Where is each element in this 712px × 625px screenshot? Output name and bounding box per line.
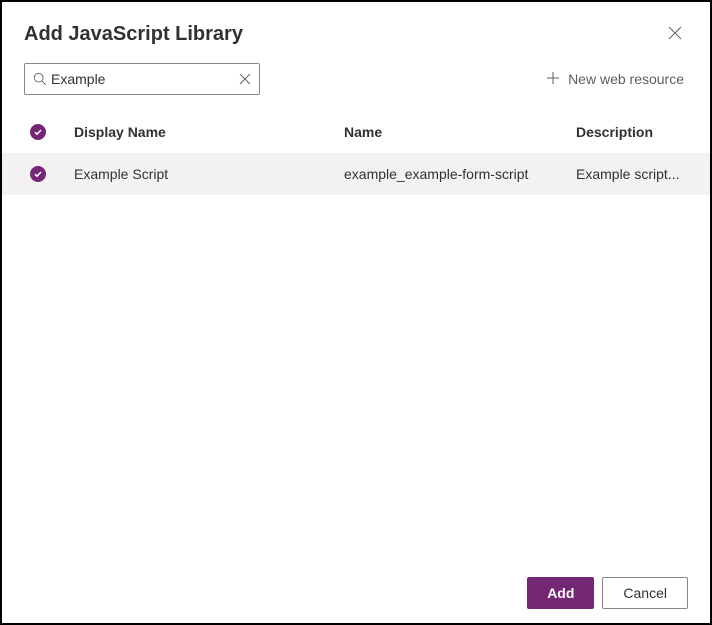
new-web-resource-label: New web resource: [568, 71, 684, 87]
close-icon: [668, 26, 682, 43]
plus-icon: [546, 71, 560, 88]
column-header-display-name[interactable]: Display Name: [74, 124, 344, 140]
table-header-row: Display Name Name Description: [2, 111, 710, 153]
dialog-header: Add JavaScript Library: [2, 2, 710, 53]
cell-name: example_example-form-script: [344, 166, 576, 182]
select-all-cell[interactable]: [2, 124, 74, 140]
dialog-title: Add JavaScript Library: [24, 23, 243, 46]
search-icon: [33, 72, 47, 86]
checkmark-circle-icon: [30, 124, 46, 140]
cell-display-name: Example Script: [74, 166, 344, 182]
row-select-cell[interactable]: [2, 166, 74, 182]
search-box[interactable]: [24, 63, 260, 95]
add-button[interactable]: Add: [527, 577, 594, 609]
table-row[interactable]: Example Script example_example-form-scri…: [2, 153, 710, 195]
toolbar: New web resource: [2, 53, 710, 111]
new-web-resource-button[interactable]: New web resource: [542, 67, 688, 92]
results-table: Display Name Name Description Example Sc…: [2, 111, 710, 195]
checkmark-circle-icon: [30, 166, 46, 182]
cancel-button[interactable]: Cancel: [602, 577, 688, 609]
dialog-footer: Add Cancel: [527, 577, 688, 609]
column-header-description[interactable]: Description: [576, 124, 710, 140]
column-header-name[interactable]: Name: [344, 124, 576, 140]
clear-search-icon[interactable]: [239, 73, 251, 85]
search-input[interactable]: [47, 71, 239, 87]
close-button[interactable]: [662, 20, 688, 49]
cell-description: Example script...: [576, 166, 710, 182]
